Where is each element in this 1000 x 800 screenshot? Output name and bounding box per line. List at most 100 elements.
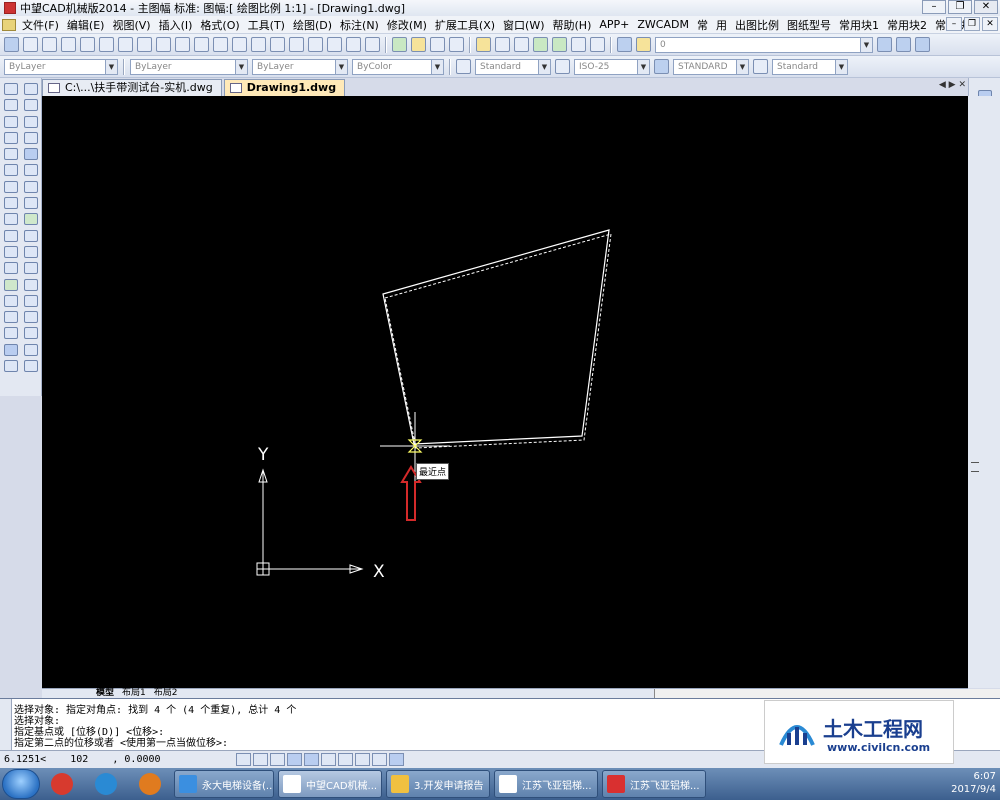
tab-layout2[interactable]: 布局2 — [150, 689, 182, 698]
weld-icon[interactable] — [495, 37, 510, 52]
move-icon[interactable] — [24, 164, 38, 177]
make-block-icon[interactable] — [4, 278, 18, 291]
properties-icon[interactable] — [24, 360, 38, 373]
menu-yong[interactable]: 用 — [712, 17, 731, 33]
model-toggle[interactable] — [372, 753, 387, 766]
mleader-style-select[interactable]: Standard ▼ — [772, 58, 848, 75]
circle-icon[interactable] — [4, 180, 18, 193]
array-icon[interactable] — [24, 148, 38, 161]
chevron-down-icon[interactable]: ▼ — [335, 59, 347, 74]
table-style-icon[interactable] — [654, 59, 669, 74]
slash-icon[interactable] — [137, 37, 152, 52]
doc-close-button[interactable]: ✕ — [982, 17, 998, 31]
menu-file[interactable]: 文件(F) — [18, 17, 63, 33]
stretch-icon[interactable] — [24, 213, 38, 226]
quicklaunch-app1[interactable] — [43, 770, 81, 798]
chevron-down-icon[interactable]: ▼ — [736, 59, 748, 74]
construction-line-icon[interactable] — [4, 99, 18, 112]
ortho-toggle[interactable] — [270, 753, 285, 766]
spline-icon[interactable] — [4, 213, 18, 226]
bulb-icon[interactable] — [636, 37, 651, 52]
hatch-icon[interactable] — [213, 37, 228, 52]
doc-minimize-button[interactable]: – — [946, 17, 962, 31]
tab-layout1[interactable]: 布局1 — [118, 689, 150, 698]
ellipse-icon[interactable] — [4, 229, 18, 242]
region-icon[interactable] — [4, 327, 18, 340]
minimize-button[interactable]: – — [922, 0, 946, 14]
point-icon[interactable] — [4, 294, 18, 307]
balloon-icon[interactable] — [61, 37, 76, 52]
task-word[interactable]: 江苏飞亚铝梯... — [494, 770, 598, 798]
chevron-down-icon[interactable]: ▼ — [235, 59, 247, 74]
system-clock[interactable]: 6:07 2017/9/4 — [951, 770, 996, 796]
node-icon[interactable] — [346, 37, 361, 52]
document-menu-icon[interactable] — [2, 18, 16, 31]
rotate-icon[interactable] — [24, 180, 38, 193]
hole-icon[interactable] — [118, 37, 133, 52]
chevron-down-icon[interactable]: ▼ — [105, 59, 117, 74]
command-window-grip[interactable] — [0, 699, 12, 751]
copy-icon[interactable] — [24, 99, 38, 112]
table-style-select[interactable]: STANDARD ▼ — [673, 58, 749, 75]
menu-tools[interactable]: 工具(T) — [244, 17, 289, 33]
horizontal-scrollbar[interactable] — [654, 689, 1000, 698]
plotstyle-select[interactable]: ByColor ▼ — [352, 58, 444, 75]
circle-a-icon[interactable] — [156, 37, 171, 52]
color-select[interactable]: ByLayer ▼ — [4, 58, 118, 75]
command-prompt[interactable]: 指定第二点的位移或者 <使用第一点当做位移>: — [14, 738, 228, 749]
mech-tool-icon[interactable] — [4, 37, 19, 52]
pen-icon[interactable] — [232, 37, 247, 52]
text-height-icon[interactable] — [80, 37, 95, 52]
otrack-toggle[interactable] — [321, 753, 336, 766]
mirror-icon[interactable] — [24, 115, 38, 128]
break-icon[interactable] — [24, 278, 38, 291]
table-icon[interactable] — [392, 37, 407, 52]
scale-icon[interactable] — [24, 197, 38, 210]
mtext-icon[interactable] — [4, 360, 18, 373]
grid-toggle[interactable] — [253, 753, 268, 766]
line-icon[interactable] — [308, 37, 323, 52]
menu-dimension[interactable]: 标注(N) — [336, 17, 383, 33]
osnap-toggle[interactable] — [304, 753, 319, 766]
vertical-scrollbar[interactable] — [968, 96, 1000, 688]
image-icon[interactable] — [411, 37, 426, 52]
text-icon[interactable] — [552, 37, 567, 52]
menu-draw[interactable]: 绘图(D) — [289, 17, 336, 33]
layer-match-icon[interactable] — [915, 37, 930, 52]
text-style-select[interactable]: Standard ▼ — [475, 58, 551, 75]
dyn-toggle[interactable] — [338, 753, 353, 766]
dim-style-icon[interactable] — [555, 59, 570, 74]
leader-icon[interactable] — [365, 37, 380, 52]
quicklaunch-app2[interactable] — [87, 770, 125, 798]
plus-circle-icon[interactable] — [327, 37, 342, 52]
line-icon[interactable] — [4, 83, 18, 95]
ellipse-arc-icon[interactable] — [4, 245, 18, 258]
chevron-down-icon[interactable]: ▼ — [431, 59, 443, 74]
menu-sheet-size[interactable]: 图纸型号 — [783, 17, 835, 33]
grid-icon[interactable] — [251, 37, 266, 52]
close-button[interactable]: ✕ — [974, 0, 998, 14]
snap-toggle[interactable] — [236, 753, 251, 766]
menu-view[interactable]: 视图(V) — [108, 17, 154, 33]
menu-app-plus[interactable]: APP+ — [595, 18, 633, 31]
task-folder[interactable]: 3.开发申请报告 — [386, 770, 490, 798]
trim-icon[interactable] — [24, 229, 38, 242]
menu-zwcadm[interactable]: ZWCADM — [633, 18, 693, 31]
layout-icon[interactable] — [430, 37, 445, 52]
layer-state-icon[interactable] — [896, 37, 911, 52]
circle-b-icon[interactable] — [175, 37, 190, 52]
tab-model[interactable]: 模型 — [92, 689, 118, 698]
chevron-down-icon[interactable]: ▼ — [538, 59, 550, 74]
chevron-down-icon[interactable]: ▼ — [835, 59, 847, 74]
polygon-icon[interactable] — [4, 131, 18, 144]
lweight-toggle[interactable] — [355, 753, 370, 766]
frame-icon[interactable] — [23, 37, 38, 52]
centerline-icon[interactable] — [99, 37, 114, 52]
menu-chang[interactable]: 常 — [693, 17, 712, 33]
pencil-icon[interactable] — [476, 37, 491, 52]
menu-format[interactable]: 格式(O) — [196, 17, 243, 33]
quicklaunch-firefox[interactable] — [131, 770, 169, 798]
start-button[interactable] — [2, 769, 40, 799]
layer-previous-icon[interactable] — [877, 37, 892, 52]
tab-drawing1[interactable]: Drawing1.dwg — [223, 79, 346, 96]
